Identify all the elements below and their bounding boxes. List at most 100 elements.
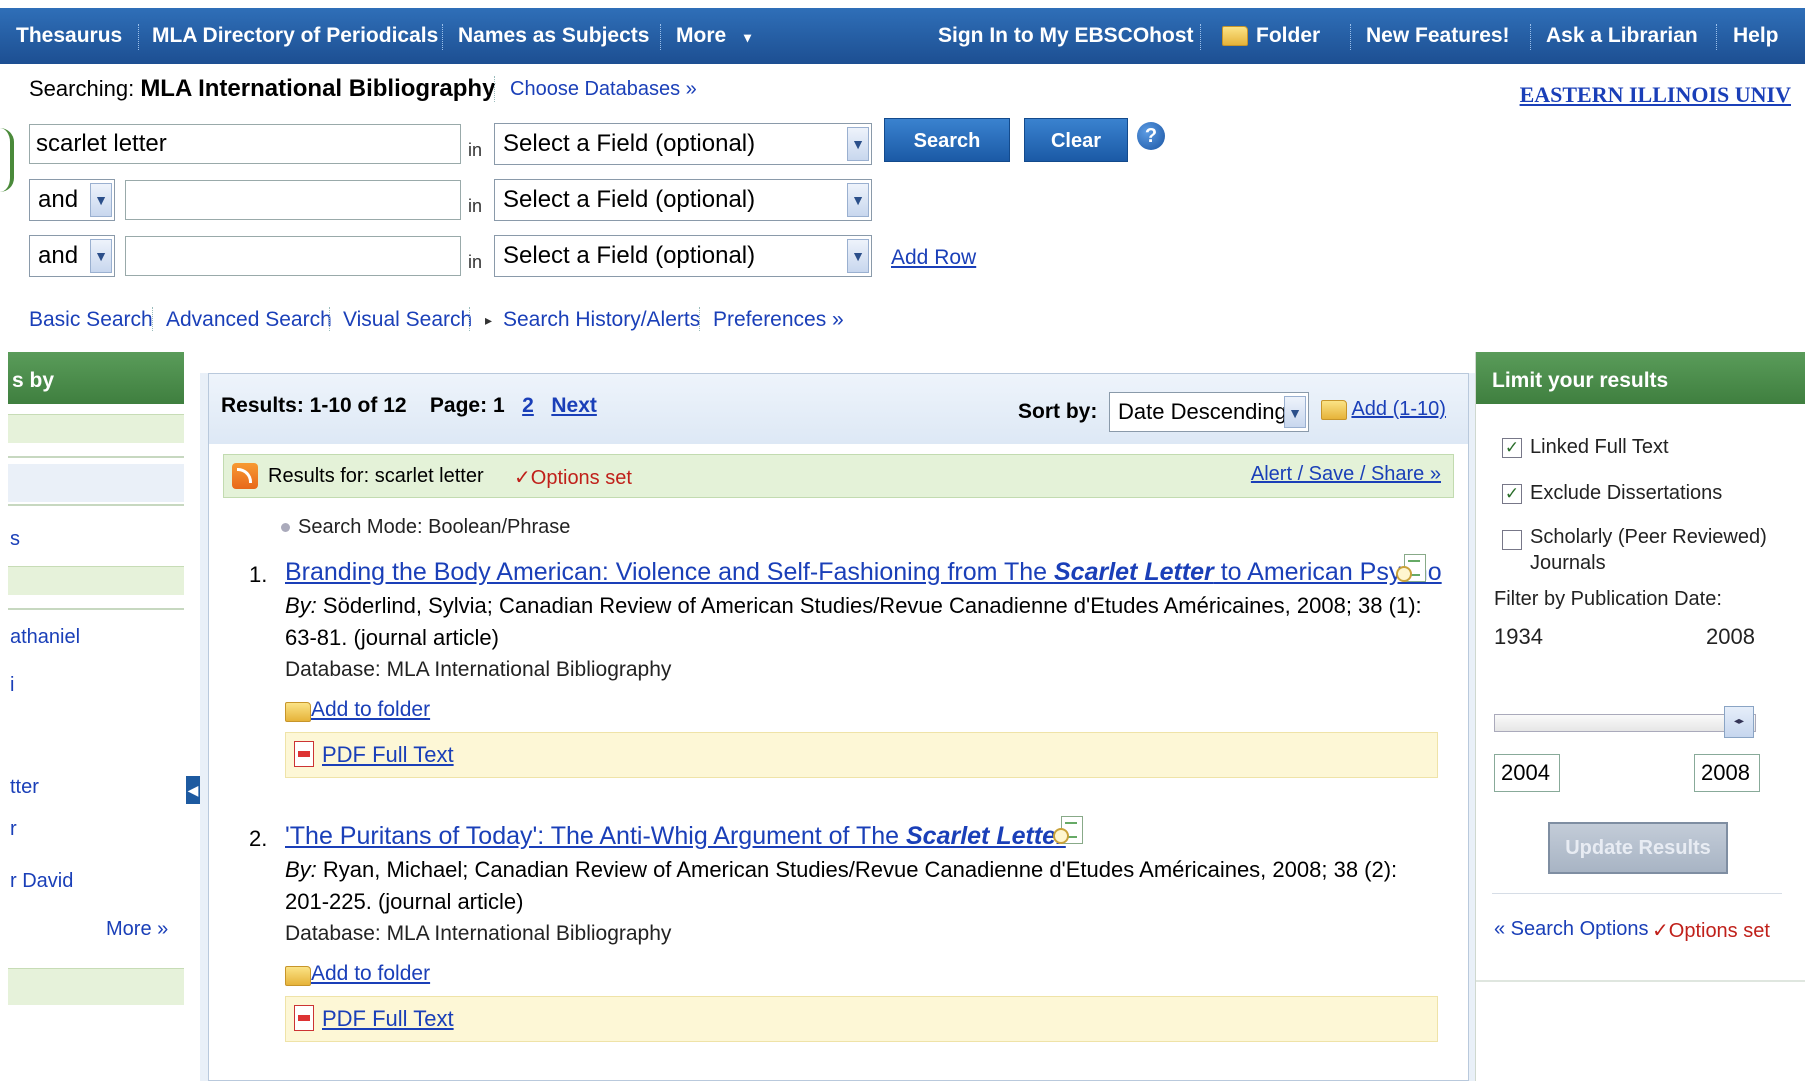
nav-mla-directory[interactable]: MLA Directory of Periodicals (152, 8, 438, 64)
boolean-select-3[interactable]: and ▼ (29, 235, 115, 277)
nav-separator (1200, 24, 1201, 50)
title-emphasis: Scarlet Letter (1053, 558, 1214, 586)
facet-item[interactable]: s (10, 528, 20, 551)
in-label: in (468, 252, 483, 272)
field-select-3[interactable]: Select a Field (optional) ▼ (494, 235, 872, 277)
result-citation: By: Söderlind, Sylvia; Canadian Review o… (285, 590, 1435, 654)
facet-divider (8, 456, 184, 458)
dropdown-arrow-icon: ▼ (90, 183, 112, 217)
separator (699, 307, 700, 331)
preferences-link[interactable]: Preferences » (713, 305, 844, 335)
add-to-folder-link[interactable]: Add to folder (311, 698, 430, 721)
nav-new-features[interactable]: New Features! (1366, 8, 1510, 64)
clear-button[interactable]: Clear (1024, 118, 1128, 162)
dropdown-arrow-icon: ▼ (847, 127, 869, 161)
pdf-full-text-link[interactable]: PDF Full Text (322, 1006, 454, 1032)
results-count-text: Results: 1-10 of 12 (221, 394, 407, 417)
results-for-label: Results for: (268, 465, 370, 487)
nav-thesaurus[interactable]: Thesaurus (16, 8, 122, 64)
pdf-full-text-link[interactable]: PDF Full Text (322, 742, 454, 768)
boolean-value: and (38, 242, 79, 269)
checkbox-label-line2: Journals (1530, 552, 1606, 574)
page-2-link[interactable]: 2 (522, 394, 534, 417)
sort-select[interactable]: Date Descending ▼ (1109, 392, 1309, 432)
pdf-icon (294, 1005, 314, 1031)
rss-icon[interactable] (232, 463, 258, 489)
top-navigation-bar: Thesaurus MLA Directory of Periodicals N… (0, 8, 1805, 64)
sort-select-value: Date Descending (1118, 399, 1287, 424)
search-history-link[interactable]: Search History/Alerts (503, 305, 700, 335)
field-select-value: Select a Field (optional) (503, 242, 756, 269)
facet-band (8, 414, 184, 443)
search-input-3[interactable] (125, 236, 461, 276)
result-citation: By: Ryan, Michael; Canadian Review of Am… (285, 854, 1435, 918)
alert-save-share-link[interactable]: Alert / Save / Share » (1251, 463, 1441, 486)
add-to-folder[interactable]: Add to folder (285, 698, 430, 722)
result-title-link[interactable]: 'The Puritans of Today': The Anti-Whig A… (285, 822, 1066, 851)
date-from-input[interactable]: 2004 (1494, 754, 1560, 792)
linked-full-text-checkbox[interactable]: ✓ (1502, 438, 1522, 458)
exclude-dissertations-checkbox[interactable]: ✓ (1502, 484, 1522, 504)
citation-text: Ryan, Michael; Canadian Review of Americ… (285, 857, 1398, 914)
add-to-folder[interactable]: Add to folder (285, 962, 430, 986)
search-mode-text: Search Mode: Boolean/Phrase (298, 516, 571, 538)
more-facets-link[interactable]: More » (106, 918, 168, 941)
nav-folder[interactable]: Folder (1222, 8, 1320, 64)
search-input-1[interactable]: scarlet letter (29, 124, 461, 164)
scholarly-checkbox[interactable] (1502, 530, 1522, 550)
add-range-link[interactable]: Add (1-10) (1351, 398, 1446, 420)
institution-link[interactable]: EASTERN ILLINOIS UNIV (1520, 82, 1791, 108)
separator (329, 307, 330, 331)
results-panel: Results: 1-10 of 12 Page: 1 2 Next Sort … (208, 373, 1469, 1081)
facet-item[interactable]: r David (10, 870, 73, 893)
update-results-button[interactable]: Update Results (1548, 822, 1728, 874)
preview-icon[interactable] (1053, 816, 1085, 846)
facet-item[interactable]: tter (10, 776, 39, 799)
advanced-search-link[interactable]: Advanced Search (166, 305, 332, 335)
nav-sign-in[interactable]: Sign In to My EBSCOhost (938, 8, 1194, 64)
title-emphasis: Scarlet Letter (906, 822, 1066, 850)
result-title-link[interactable]: Branding the Body American: Violence and… (285, 558, 1442, 587)
options-set-indicator[interactable]: ✓Options set (514, 465, 632, 490)
search-button[interactable]: Search (884, 118, 1010, 162)
basic-search-link[interactable]: Basic Search (29, 305, 153, 335)
date-slider-track[interactable] (1494, 714, 1756, 732)
add-range[interactable]: Add (1-10) (1321, 398, 1446, 421)
field-select-1[interactable]: Select a Field (optional) ▼ (494, 123, 872, 165)
dropdown-arrow-icon: ▼ (847, 183, 869, 217)
preview-icon[interactable] (1396, 554, 1428, 584)
results-for-text: Results for: scarlet letter (268, 465, 484, 488)
search-input-2[interactable] (125, 180, 461, 220)
limit-results-header: Limit your results (1476, 352, 1805, 404)
limit-results-panel: Limit your results ✓ Linked Full Text ✓ … (1475, 352, 1805, 1081)
facet-item[interactable]: athaniel (10, 626, 80, 649)
collapse-left-tab[interactable]: ◀ (186, 776, 200, 804)
divider (1476, 980, 1805, 982)
checkbox-label: Linked Full Text (1530, 436, 1669, 458)
next-page-link[interactable]: Next (551, 394, 597, 417)
facet-item[interactable]: r (10, 818, 17, 841)
search-options-link[interactable]: « Search Options (1494, 918, 1649, 941)
add-row-link[interactable]: Add Row (891, 246, 976, 270)
range-max: 2008 (1706, 624, 1755, 649)
visual-search-link[interactable]: Visual Search (343, 305, 472, 335)
boolean-select-2[interactable]: and ▼ (29, 179, 115, 221)
choose-databases-link[interactable]: Choose Databases » (510, 72, 697, 106)
nav-separator (138, 24, 139, 50)
nav-more[interactable]: More ▾ (676, 8, 751, 64)
date-to-input[interactable]: 2008 (1694, 754, 1760, 792)
nav-help[interactable]: Help (1733, 8, 1779, 64)
help-icon[interactable]: ? (1137, 122, 1165, 150)
nav-separator (1350, 24, 1351, 50)
facet-item[interactable]: i (10, 674, 14, 697)
nav-ask-librarian[interactable]: Ask a Librarian (1546, 8, 1698, 64)
nav-names-as-subjects[interactable]: Names as Subjects (458, 8, 649, 64)
add-to-folder-link[interactable]: Add to folder (311, 962, 430, 985)
result-database: Database: MLA International Bibliography (285, 922, 672, 945)
left-facet-panel: s by s athaniel i tter r r David More » (0, 352, 184, 1081)
field-select-value: Select a Field (optional) (503, 130, 756, 157)
field-select-2[interactable]: Select a Field (optional) ▼ (494, 179, 872, 221)
options-set-indicator[interactable]: ✓Options set (1652, 918, 1770, 943)
date-slider-handle[interactable]: ◂▸ (1724, 706, 1754, 738)
results-for-bar: Results for: scarlet letter ✓Options set… (223, 454, 1454, 498)
